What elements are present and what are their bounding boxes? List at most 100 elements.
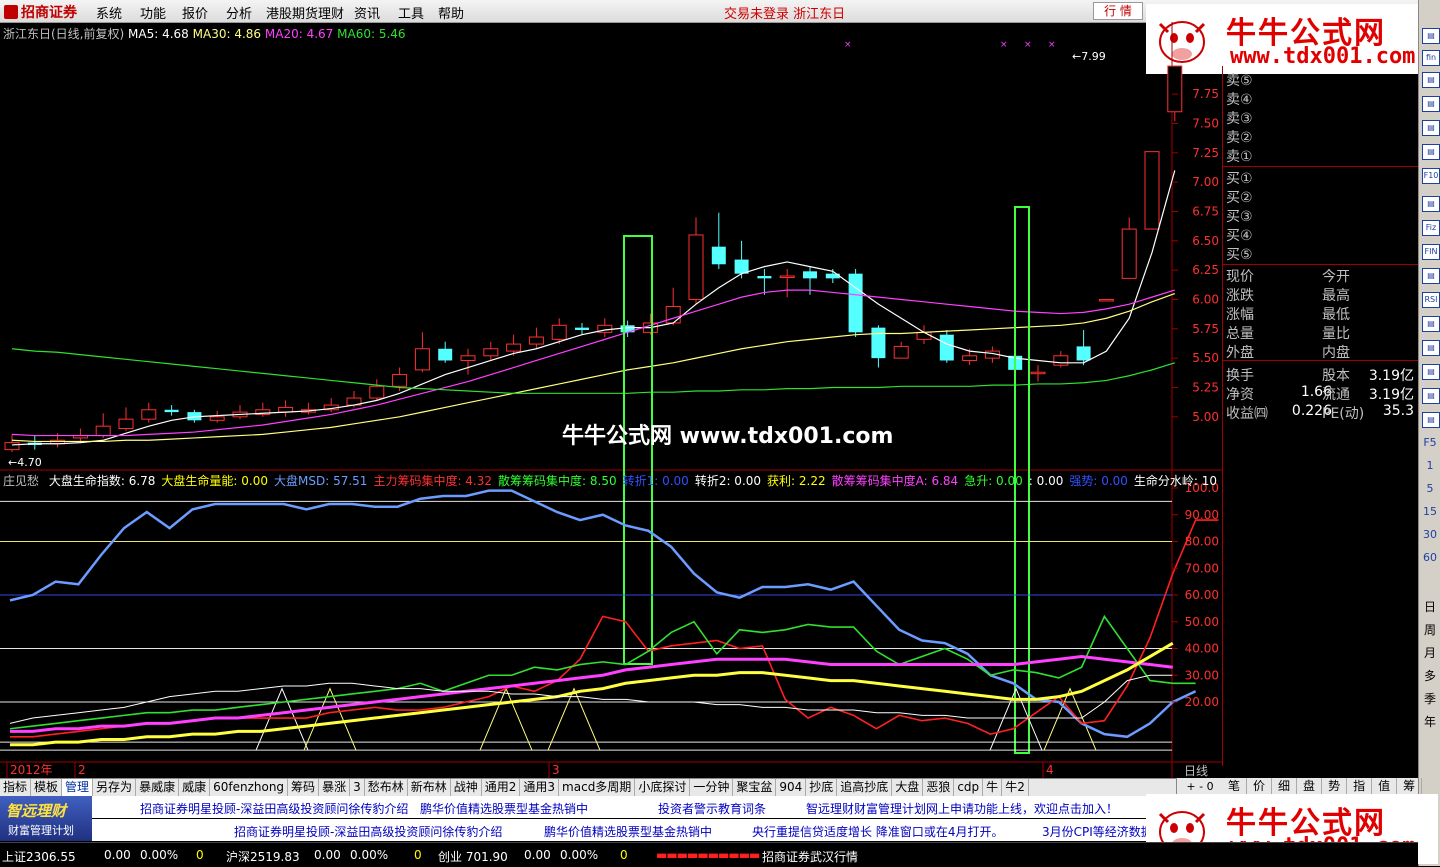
price-chart[interactable]: ←4.70 ←7.99 × × × × xyxy=(4,40,1183,754)
indicator-spike xyxy=(479,687,533,751)
period-button[interactable]: 季 xyxy=(1421,690,1439,707)
detail-tab[interactable]: 价 xyxy=(1247,778,1273,795)
menu-function[interactable]: 功能 xyxy=(140,3,166,22)
toolbar-tool-icon[interactable]: ▤ xyxy=(1422,96,1440,112)
indicator-tab[interactable]: 愁布林 xyxy=(365,779,408,796)
menu-hk-futures[interactable]: 港股期货理财 xyxy=(266,3,344,22)
indicator-tab[interactable]: 追高抄底 xyxy=(837,779,893,796)
period-button[interactable]: 5 xyxy=(1421,482,1439,495)
toolbar-tool-icon[interactable]: ▤ xyxy=(1422,412,1440,428)
indicator-tab[interactable]: 抄底 xyxy=(806,779,838,796)
toolbar-tool-icon[interactable]: ▤ xyxy=(1422,144,1440,160)
chart-svg: ←4.70 ←7.99 × × × × 7.75 7.50 7.25 7.00 6.75 6.50 6… xyxy=(0,22,1222,778)
indicator-tab[interactable]: cdp xyxy=(954,779,984,796)
news-link[interactable]: 鹏华价值精选股票型基金热销中 xyxy=(420,800,588,817)
indicator-tab[interactable]: 牛 xyxy=(983,779,1003,796)
toolbar-tool-icon[interactable]: ▤ xyxy=(1422,196,1440,212)
indicator-legend-items: 大盘生命指数: 6.78 大盘生命量能: 0.00 大盘MSD: 57.51 主力筹码… xyxy=(43,474,1217,488)
period-button[interactable]: 年 xyxy=(1421,713,1439,730)
detail-tab[interactable]: 指 xyxy=(1347,778,1373,795)
indicator-tab[interactable]: 另存为 xyxy=(93,779,137,796)
period-button[interactable]: 30 xyxy=(1421,528,1439,541)
ad-banner[interactable]: 智远理财 财富管理计划 xyxy=(0,796,92,841)
toolbar-tool-icon[interactable]: F10 xyxy=(1422,168,1440,184)
menu-help[interactable]: 帮助 xyxy=(438,3,464,22)
toolbar-tool-icon[interactable]: ▤ xyxy=(1422,340,1440,356)
indicator-tab[interactable]: 大盘 xyxy=(892,779,924,796)
news-link[interactable]: 3月份CPI等经济数据 xyxy=(1042,823,1153,840)
news-link[interactable]: 智远理财财富管理计划网上申请功能上线，欢迎点击加入！ xyxy=(806,800,1118,817)
indicator-tab[interactable]: 暴威康 xyxy=(136,779,180,796)
indicator-tab[interactable]: 战神 xyxy=(451,779,482,796)
candle-body-down xyxy=(939,334,954,361)
hs-index[interactable]: 沪深2519.83 xyxy=(226,848,300,865)
period-button[interactable]: 日 xyxy=(1421,598,1439,615)
toolbar-tool-icon[interactable]: ▤ xyxy=(1422,28,1440,44)
news-link[interactable]: 招商证券明星投顾-深益田高级投资顾问徐传豹介绍 xyxy=(234,823,502,840)
detail-tab[interactable]: 筹 xyxy=(1397,778,1423,795)
quote-button[interactable]: 行 情 xyxy=(1093,2,1143,20)
price-tick-label: 5.25 xyxy=(1192,380,1219,394)
period-button[interactable]: 1 xyxy=(1421,459,1439,472)
tab-scroll-controls[interactable]: + - 0 xyxy=(1176,778,1223,795)
toolbar-tool-icon[interactable]: ▤ xyxy=(1422,268,1440,284)
cy-index[interactable]: 创业 701.90 xyxy=(438,848,508,865)
period-button[interactable]: 15 xyxy=(1421,505,1439,518)
toolbar-tool-icon[interactable]: ▤ xyxy=(1422,120,1440,136)
menu-info[interactable]: 资讯 xyxy=(354,3,380,22)
menu-quote[interactable]: 报价 xyxy=(182,3,208,22)
indicator-tab[interactable]: 模板 xyxy=(31,779,63,796)
indicator-chart[interactable] xyxy=(0,489,1219,751)
news-link[interactable]: 央行重提信贷适度增长 降准窗口或在4月打开。 xyxy=(752,823,1003,840)
period-button[interactable]: 周 xyxy=(1421,621,1439,638)
indicator-tab[interactable]: 新布林 xyxy=(408,779,451,796)
menu-tools[interactable]: 工具 xyxy=(398,3,424,22)
price-tick-label: 7.25 xyxy=(1192,146,1219,160)
hs-percent: 0.00% xyxy=(350,848,389,862)
toolbar-tool-icon[interactable]: ▤ xyxy=(1422,316,1440,332)
toolbar-tool-icon[interactable]: Fiz xyxy=(1422,220,1440,236)
news-link[interactable]: 鹏华价值精选股票型基金热销中 xyxy=(544,823,712,840)
detail-tab[interactable]: 势 xyxy=(1322,778,1348,795)
sh-index[interactable]: 上证2306.55 xyxy=(2,848,76,865)
candle-body-down xyxy=(711,246,726,265)
toolbar-tool-icon[interactable]: FIN xyxy=(1422,244,1440,260)
indicator-tab[interactable]: 通用2 xyxy=(482,779,521,796)
candle-body-up xyxy=(916,331,932,340)
quote-panel-border xyxy=(1222,66,1223,766)
toolbar-tool-icon[interactable]: ▤ xyxy=(1422,364,1440,380)
toolbar-tool-icon[interactable]: ▤ xyxy=(1422,388,1440,404)
detail-tab[interactable]: 笔 xyxy=(1222,778,1248,795)
toolbar-tool-icon[interactable]: RSI xyxy=(1422,292,1440,308)
indicator-tab[interactable]: 威康 xyxy=(179,779,211,796)
indicator-tab[interactable]: 904 xyxy=(776,779,807,796)
indicator-tab[interactable]: 指标 xyxy=(0,779,32,796)
indicator-tab[interactable]: 管理 xyxy=(62,779,94,796)
indicator-tab[interactable]: 牛2 xyxy=(1002,779,1029,796)
detail-tab[interactable]: 细 xyxy=(1272,778,1298,795)
indicator-legend-item: 大盘生命指数: 6.78 xyxy=(48,474,156,488)
period-button[interactable]: F5 xyxy=(1421,436,1439,449)
indicator-tab[interactable]: macd多周期 xyxy=(559,779,636,796)
toolbar-tool-icon[interactable]: ▤ xyxy=(1422,72,1440,88)
period-button[interactable]: 多 xyxy=(1421,667,1439,684)
news-link[interactable]: 投资者警示教育词条 xyxy=(658,800,766,817)
candle-body-up xyxy=(460,355,476,361)
indicator-tab[interactable]: 通用3 xyxy=(520,779,560,796)
detail-tab[interactable]: 值 xyxy=(1372,778,1398,795)
indicator-tab[interactable]: 60fenzhong xyxy=(210,779,289,796)
indicator-tab[interactable]: 恶狼 xyxy=(923,779,955,796)
detail-tab[interactable]: 盘 xyxy=(1297,778,1323,795)
menu-system[interactable]: 系统 xyxy=(96,3,122,22)
indicator-tab[interactable]: 暴涨 xyxy=(319,779,351,796)
toolbar-tool-icon[interactable]: fin xyxy=(1422,50,1440,66)
period-button[interactable]: 月 xyxy=(1421,644,1439,661)
indicator-tab[interactable]: 聚宝盆 xyxy=(733,779,777,796)
indicator-tab[interactable]: 3 xyxy=(350,779,365,796)
menu-analysis[interactable]: 分析 xyxy=(226,3,252,22)
news-link[interactable]: 招商证券明星投顾-深益田高级投资顾问徐传豹介绍 xyxy=(140,800,408,817)
indicator-tab[interactable]: 一分钟 xyxy=(690,779,734,796)
indicator-tab[interactable]: 筹码 xyxy=(288,779,320,796)
period-button[interactable]: 60 xyxy=(1421,551,1439,564)
indicator-tab[interactable]: 小底探讨 xyxy=(635,779,691,796)
